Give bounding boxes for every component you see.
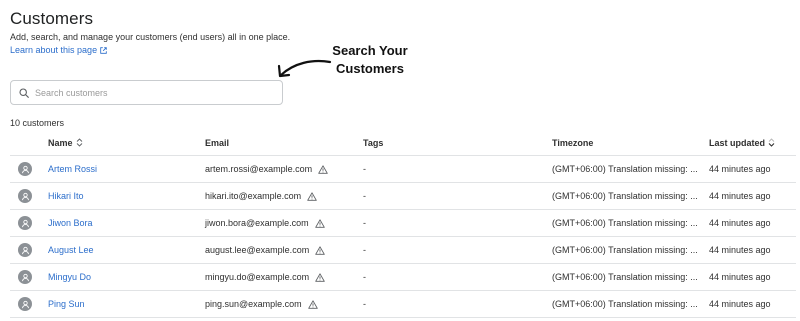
- annotation-text: Search Your Customers: [320, 42, 420, 78]
- column-header-last-updated-label: Last updated: [709, 137, 766, 148]
- customer-timezone: (GMT+06:00) Translation missing: ...: [552, 191, 697, 201]
- customer-email: jiwon.bora@example.com: [205, 218, 309, 228]
- warning-icon[interactable]: [318, 164, 328, 174]
- learn-about-page-link[interactable]: Learn about this page: [10, 45, 107, 55]
- customer-last-updated: 44 minutes ago: [709, 164, 771, 174]
- page-title: Customers: [10, 9, 94, 28]
- customers-table: Name Email Tags Timezone Last updated Ar…: [10, 130, 796, 318]
- customer-timezone: (GMT+06:00) Translation missing: ...: [552, 272, 697, 282]
- person-icon: [21, 246, 29, 254]
- warning-icon[interactable]: [314, 218, 325, 228]
- column-header-last-updated[interactable]: Last updated: [709, 130, 775, 155]
- customer-email: artem.rossi@example.com: [205, 164, 313, 174]
- customer-name-link[interactable]: Ping Sun: [48, 299, 85, 309]
- avatar: [18, 162, 32, 176]
- column-header-name-label: Name: [48, 137, 73, 148]
- table-header: Name Email Tags Timezone Last updated: [10, 130, 796, 156]
- customer-tags: -: [363, 272, 366, 282]
- customer-tags: -: [363, 299, 366, 309]
- customer-timezone: (GMT+06:00) Translation missing: ...: [552, 245, 697, 255]
- search-icon: [19, 87, 29, 98]
- avatar: [18, 216, 32, 230]
- customer-name-link[interactable]: August Lee: [48, 245, 94, 255]
- customer-email: august.lee@example.com: [205, 245, 310, 255]
- annotation-line-2: Customers: [336, 61, 404, 76]
- table-row[interactable]: Jiwon Bora jiwon.bora@example.com - (GMT…: [10, 210, 796, 237]
- column-header-name[interactable]: Name: [48, 130, 83, 155]
- avatar: [18, 297, 32, 311]
- table-row[interactable]: Mingyu Do mingyu.do@example.com - (GMT+0…: [10, 264, 796, 291]
- warning-icon[interactable]: [307, 191, 317, 201]
- person-icon: [21, 165, 29, 173]
- table-row[interactable]: Hikari Ito hikari.ito@example.com - (GMT…: [10, 183, 796, 210]
- column-header-email: Email: [205, 137, 230, 148]
- learn-link-label: Learn about this page: [10, 45, 98, 55]
- sort-icon: [76, 138, 82, 147]
- external-link-icon: [100, 46, 107, 54]
- search-field[interactable]: [10, 80, 283, 105]
- customer-timezone: (GMT+06:00) Translation missing: ...: [552, 164, 697, 174]
- person-icon: [21, 219, 29, 227]
- avatar: [18, 189, 32, 203]
- customer-name-link[interactable]: Artem Rossi: [48, 164, 97, 174]
- annotation-line-1: Search Your: [332, 43, 408, 58]
- customer-tags: -: [363, 164, 366, 174]
- customer-timezone: (GMT+06:00) Translation missing: ...: [552, 218, 697, 228]
- person-icon: [21, 300, 29, 308]
- column-header-timezone: Timezone: [552, 137, 594, 148]
- table-row[interactable]: Artem Rossi artem.rossi@example.com - (G…: [10, 156, 796, 183]
- page-description: Add, search, and manage your customers (…: [10, 32, 291, 42]
- table-row[interactable]: Ping Sun ping.sun@example.com - (GMT+06:…: [10, 291, 796, 318]
- search-input[interactable]: [35, 87, 275, 98]
- customer-count: 10 customers: [10, 118, 65, 128]
- curved-arrow-icon: [277, 59, 332, 78]
- sort-descending-icon: [768, 138, 775, 147]
- warning-icon[interactable]: [315, 272, 325, 282]
- customer-name-link[interactable]: Hikari Ito: [48, 191, 84, 201]
- customer-name-link[interactable]: Jiwon Bora: [48, 218, 93, 228]
- customer-last-updated: 44 minutes ago: [709, 218, 771, 228]
- customer-timezone: (GMT+06:00) Translation missing: ...: [552, 299, 697, 309]
- customer-email: ping.sun@example.com: [205, 299, 302, 309]
- customer-last-updated: 44 minutes ago: [709, 191, 771, 201]
- column-header-tags: Tags: [363, 137, 384, 148]
- customer-last-updated: 44 minutes ago: [709, 245, 771, 255]
- avatar: [18, 270, 32, 284]
- customer-tags: -: [363, 245, 366, 255]
- customer-tags: -: [363, 191, 366, 201]
- person-icon: [21, 273, 29, 281]
- warning-icon[interactable]: [315, 245, 325, 255]
- customer-last-updated: 44 minutes ago: [709, 299, 771, 309]
- avatar: [18, 243, 32, 257]
- customer-last-updated: 44 minutes ago: [709, 272, 771, 282]
- customer-tags: -: [363, 218, 366, 228]
- warning-icon[interactable]: [307, 299, 318, 309]
- table-row[interactable]: August Lee august.lee@example.com - (GMT…: [10, 237, 796, 264]
- person-icon: [21, 192, 29, 200]
- customer-name-link[interactable]: Mingyu Do: [48, 272, 91, 282]
- customer-email: mingyu.do@example.com: [205, 272, 310, 282]
- customer-email: hikari.ito@example.com: [205, 191, 302, 201]
